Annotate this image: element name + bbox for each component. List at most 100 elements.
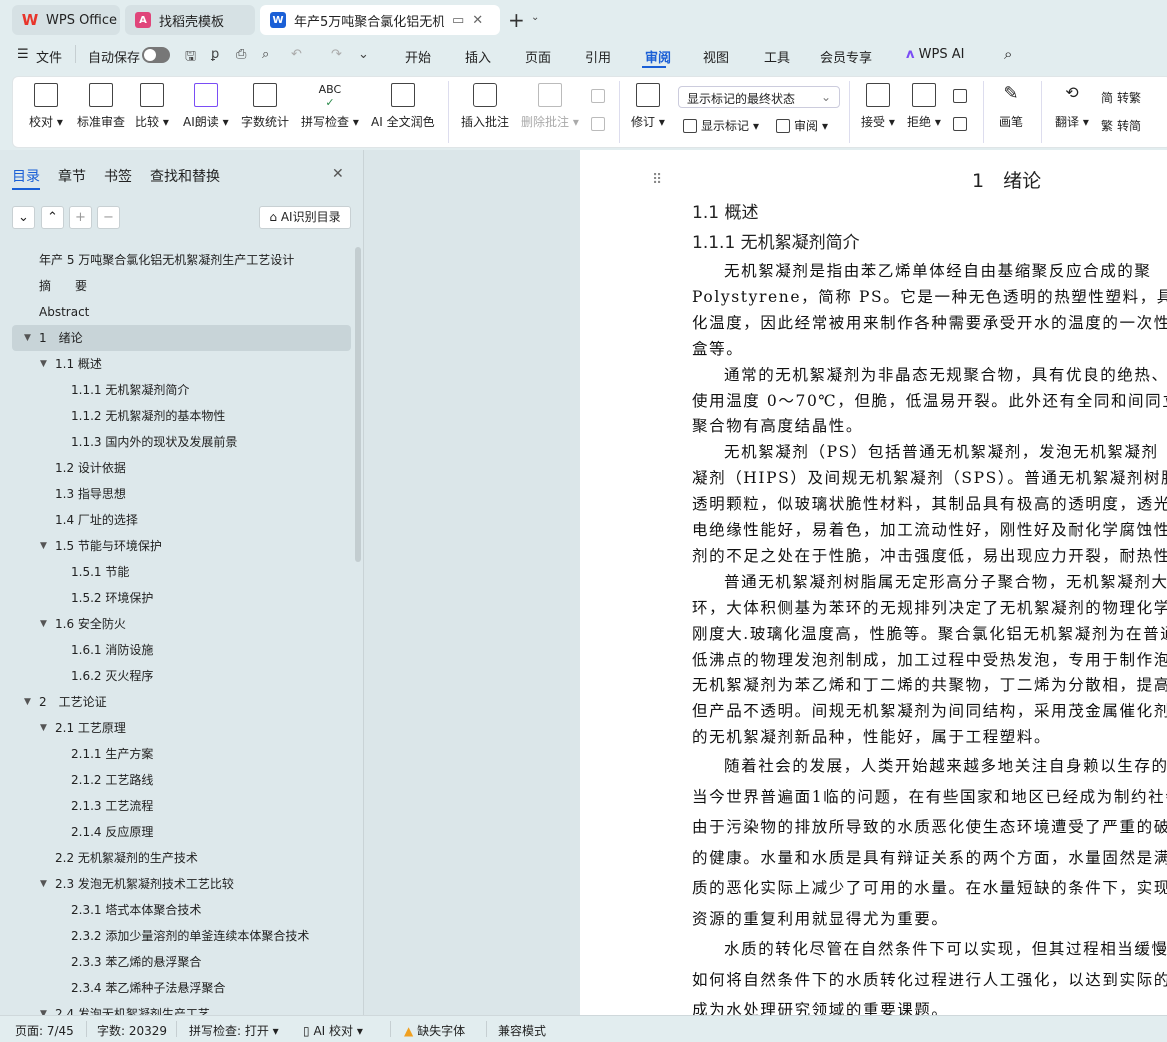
- menu-view[interactable]: 视图: [703, 47, 729, 66]
- toc-item[interactable]: 1.5.2 环境保护: [12, 585, 351, 611]
- toc-item[interactable]: 2.1.1 生产方案: [12, 741, 351, 767]
- new-tab-icon[interactable]: +: [508, 8, 525, 32]
- toc-item[interactable]: ▼ 1.5 节能与环境保护: [12, 533, 351, 559]
- close-panel-icon[interactable]: ✕: [332, 166, 344, 182]
- translate-button[interactable]: ⟲ 翻译 ▾: [1055, 83, 1089, 130]
- toc-item[interactable]: Abstract: [12, 299, 351, 325]
- add-level-icon[interactable]: +: [69, 206, 92, 229]
- next-change-icon[interactable]: [953, 117, 967, 131]
- close-tab-icon[interactable]: ✕: [472, 13, 483, 28]
- wps-ai-menu[interactable]: ᴧ WPS AI: [906, 47, 964, 62]
- toc-item[interactable]: 1.6.1 消防设施: [12, 637, 351, 663]
- reject-button[interactable]: 拒绝 ▾: [907, 83, 941, 130]
- expand-toggle-icon[interactable]: ▼: [24, 689, 31, 715]
- review-pane-button[interactable]: 审阅 ▾: [776, 117, 828, 134]
- toc-item[interactable]: 1.1.1 无机絮凝剂简介: [12, 377, 351, 403]
- toc-item[interactable]: 1.5.1 节能: [12, 559, 351, 585]
- to-simplified-button[interactable]: 繁转简: [1101, 117, 1141, 134]
- menu-page[interactable]: 页面: [525, 47, 551, 66]
- menu-insert[interactable]: 插入: [465, 47, 491, 66]
- to-traditional-button[interactable]: 简转繁: [1101, 89, 1141, 106]
- toc-item[interactable]: ▼ 2 工艺论证: [12, 689, 351, 715]
- menu-review[interactable]: 审阅: [645, 47, 671, 66]
- document-page[interactable]: ⠿ 1 绪论 1.1 概述 1.1.1 无机絮凝剂简介 无机絮凝剂是指由苯乙烯单…: [580, 150, 1167, 1015]
- prev-comment-icon[interactable]: [591, 89, 605, 103]
- panel-tab-find-replace[interactable]: 查找和替换: [150, 166, 220, 186]
- menu-references[interactable]: 引用: [585, 47, 611, 66]
- expand-toggle-icon[interactable]: ▼: [40, 871, 47, 897]
- toc-item[interactable]: 2.3.4 苯乙烯种子法悬浮聚合: [12, 975, 351, 1001]
- file-menu[interactable]: 文件: [36, 47, 62, 66]
- compare-button[interactable]: 比较 ▾: [135, 83, 169, 130]
- tab-document[interactable]: W 年产5万吨聚合氯化铝无机絮凝 ▭ ✕: [260, 5, 500, 35]
- menu-tools[interactable]: 工具: [764, 47, 790, 66]
- proofread-button[interactable]: 校对 ▾: [29, 83, 63, 130]
- format-painter-icon[interactable]: ꝑ: [211, 47, 219, 62]
- toc-item[interactable]: 摘 要: [12, 273, 351, 299]
- standard-review-button[interactable]: 标准审查: [77, 83, 125, 130]
- show-markup-button[interactable]: 显示标记 ▾: [683, 117, 759, 134]
- remove-level-icon[interactable]: −: [97, 206, 120, 229]
- expand-toggle-icon[interactable]: ▼: [40, 533, 47, 559]
- word-count[interactable]: 字数: 20329: [97, 1022, 167, 1039]
- accept-button[interactable]: 接受 ▾: [861, 83, 895, 130]
- toc-item[interactable]: 2.3.1 塔式本体聚合技术: [12, 897, 351, 923]
- panel-tab-toc[interactable]: 目录: [12, 166, 40, 186]
- toc-item[interactable]: 2.2 无机絮凝剂的生产技术: [12, 845, 351, 871]
- autosave-toggle[interactable]: [142, 47, 170, 63]
- toc-item[interactable]: 2.3.3 苯乙烯的悬浮聚合: [12, 949, 351, 975]
- toc-item[interactable]: 1.3 指导思想: [12, 481, 351, 507]
- expand-toggle-icon[interactable]: ▼: [40, 351, 47, 377]
- toc-item[interactable]: ▼ 1.6 安全防火: [12, 611, 351, 637]
- toc-item[interactable]: 2.1.4 反应原理: [12, 819, 351, 845]
- toc-item[interactable]: 2.1.2 工艺路线: [12, 767, 351, 793]
- chevron-down-icon[interactable]: ⌄: [531, 12, 539, 23]
- missing-font-status[interactable]: ▲ 缺失字体: [404, 1022, 465, 1039]
- revise-button[interactable]: 修订 ▾: [631, 83, 665, 130]
- word-count-button[interactable]: 字数统计: [241, 83, 289, 130]
- ai-polish-button[interactable]: AI 全文润色: [371, 83, 435, 130]
- more-chevron-icon[interactable]: ⌄: [358, 47, 369, 62]
- redo-icon[interactable]: ↷: [331, 47, 342, 62]
- toc-item[interactable]: ▼ 2.1 工艺原理: [12, 715, 351, 741]
- print-icon[interactable]: ⎙: [236, 47, 246, 62]
- toc-item[interactable]: ▼ 1 绪论: [12, 325, 351, 351]
- tab-template[interactable]: A 找稻壳模板: [125, 5, 255, 35]
- insert-comment-button[interactable]: 插入批注: [461, 83, 509, 130]
- spell-check-status[interactable]: 拼写检查: 打开 ▾: [189, 1022, 279, 1039]
- menu-home[interactable]: 开始: [405, 47, 431, 66]
- toc-item[interactable]: 2.3.2 添加少量溶剂的单釜连续本体聚合技术: [12, 923, 351, 949]
- menu-icon[interactable]: ☰: [17, 47, 29, 62]
- collapse-up-icon[interactable]: ⌃: [41, 206, 64, 229]
- toc-item[interactable]: 1.6.2 灭火程序: [12, 663, 351, 689]
- page-indicator[interactable]: 页面: 7/45: [15, 1022, 74, 1039]
- toc-item[interactable]: 1.4 厂址的选择: [12, 507, 351, 533]
- search-icon[interactable]: ⌕: [1004, 45, 1012, 63]
- ai-proofread-status[interactable]: ▯ AI 校对 ▾: [303, 1022, 363, 1039]
- prev-change-icon[interactable]: [953, 89, 967, 103]
- expand-toggle-icon[interactable]: ▼: [40, 611, 47, 637]
- menu-member[interactable]: 会员专享: [820, 47, 872, 66]
- toc-item[interactable]: 2.1.3 工艺流程: [12, 793, 351, 819]
- markup-mode-select[interactable]: 显示标记的最终状态 ⌄: [678, 86, 840, 108]
- tab-wps-office[interactable]: W WPS Office: [12, 5, 120, 35]
- toc-item[interactable]: 1.2 设计依据: [12, 455, 351, 481]
- toc-item[interactable]: 年产 5 万吨聚合氯化铝无机絮凝剂生产工艺设计: [12, 247, 351, 273]
- undo-icon[interactable]: ↶: [291, 47, 302, 62]
- toc-item[interactable]: 1.1.2 无机絮凝剂的基本物性: [12, 403, 351, 429]
- expand-toggle-icon[interactable]: ▼: [24, 325, 31, 351]
- delete-comment-button[interactable]: 删除批注 ▾: [521, 83, 579, 130]
- pen-button[interactable]: ✎ 画笔: [999, 83, 1023, 130]
- ai-read-button[interactable]: AI朗读 ▾: [183, 83, 229, 130]
- expand-down-icon[interactable]: ⌄: [12, 206, 35, 229]
- toc-item[interactable]: 1.1.3 国内外的现状及发展前景: [12, 429, 351, 455]
- drag-handle-icon[interactable]: ⠿: [652, 172, 662, 188]
- spell-check-button[interactable]: ABC ✓ 拼写检查 ▾: [301, 83, 359, 130]
- ai-toc-button[interactable]: ⌂ AI识别目录: [259, 206, 351, 229]
- panel-tab-bookmarks[interactable]: 书签: [104, 166, 132, 186]
- toc-scrollbar[interactable]: [355, 247, 361, 562]
- panel-tab-chapters[interactable]: 章节: [58, 166, 86, 186]
- next-comment-icon[interactable]: [591, 117, 605, 131]
- toc-item[interactable]: ▼ 2.3 发泡无机絮凝剂技术工艺比较: [12, 871, 351, 897]
- save-icon[interactable]: 🖫: [185, 47, 196, 69]
